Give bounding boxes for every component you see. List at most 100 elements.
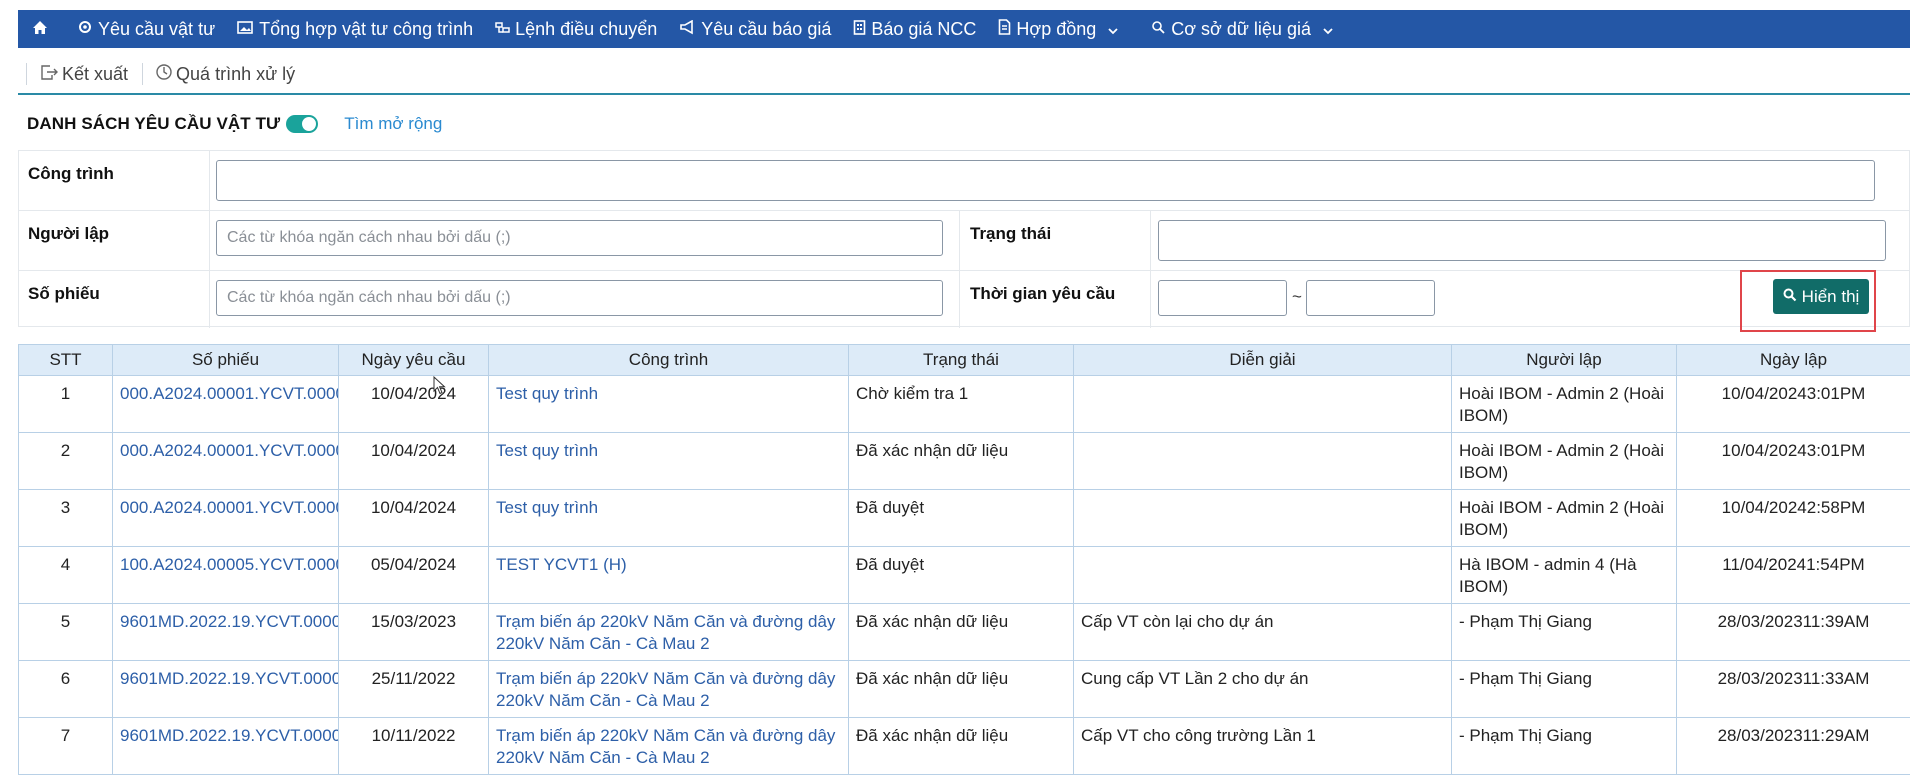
cell-cong-trinh-link[interactable]: Test quy trình [488,375,849,433]
trang-thai-input[interactable] [1158,220,1886,261]
transfer-icon [495,19,515,40]
column-header-trang-thai[interactable]: Trạng thái [848,344,1074,376]
export-button[interactable]: Kết xuất [33,63,134,86]
request-table: STT Số phiếu Ngày yêu cầu Công trình Trạ… [18,344,1910,775]
cell-cong-trinh-link[interactable]: Trạm biến áp 220kV Năm Căn và đường dây … [488,717,849,775]
cong-trinh-input[interactable] [216,160,1875,201]
nav-label: Lệnh điều chuyển [515,18,658,39]
cell-cong-trinh-link[interactable]: Trạm biến áp 220kV Năm Căn và đường dây … [488,660,849,718]
cell-ngay-yeu-cau: 10/11/2022 [338,717,489,775]
toolbar-divider [26,63,27,85]
table-row[interactable]: 1 000.A2024.00001.YCVT.00003 10/04/2024 … [18,375,1910,433]
nav-lenh-dieu-chuyen[interactable]: Lệnh điều chuyển [484,10,668,48]
nav-hop-dong[interactable]: Hợp đồng [987,10,1134,48]
to-date-input[interactable] [1306,280,1435,316]
date-range-separator: ~ [1292,287,1302,306]
list-header: DANH SÁCH YÊU CẦU VẬT TƯ Tìm mở rộng [27,110,442,138]
nguoi-lap-label: Người lập [28,224,110,243]
table-row[interactable]: 5 9601MD.2022.19.YCVT.00003 15/03/2023 T… [18,603,1910,661]
cell-cong-trinh-link[interactable]: Test quy trình [488,489,849,547]
cell-cong-trinh-link[interactable]: Trạm biến áp 220kV Năm Căn và đường dây … [488,603,849,661]
nav-label: Cơ sở dữ liệu giá [1171,18,1311,39]
cell-dien-giai [1073,432,1452,490]
column-header-ngay-lap[interactable]: Ngày lập [1676,344,1910,376]
cell-stt: 2 [18,432,113,490]
cell-so-phieu-link[interactable]: 9601MD.2022.19.YCVT.00001 [112,717,339,775]
cell-ngay-lap: 10/04/20243:01PM [1676,432,1910,490]
extended-search-link[interactable]: Tìm mở rộng [344,114,442,134]
cell-ngay-lap: 11/04/20241:54PM [1676,546,1910,604]
cell-dien-giai [1073,489,1452,547]
column-header-nguoi-lap[interactable]: Người lập [1451,344,1677,376]
cell-so-phieu-link[interactable]: 9601MD.2022.19.YCVT.00002 [112,660,339,718]
cell-divider [959,271,960,328]
cell-trang-thai: Đã xác nhận dữ liệu [848,603,1074,661]
filter-toggle[interactable] [286,115,319,133]
cell-so-phieu-link[interactable]: 000.A2024.00001.YCVT.00003 [112,375,339,433]
cell-stt: 5 [18,603,113,661]
cell-cong-trinh-link[interactable]: TEST YCVT1 (H) [488,546,849,604]
cell-stt: 1 [18,375,113,433]
column-header-so-phieu[interactable]: Số phiếu [112,344,339,376]
home-icon [32,19,53,40]
thoi-gian-yeu-cau-label: Thời gian yêu cầu [970,284,1116,303]
clock-icon [155,63,176,86]
cell-ngay-yeu-cau: 05/04/2024 [338,546,489,604]
cell-trang-thai: Đã xác nhận dữ liệu [848,717,1074,775]
nav-tong-hop-vat-tu[interactable]: Tổng hợp vật tư công trình [226,10,484,48]
column-header-dien-giai[interactable]: Diễn giải [1073,344,1452,376]
cell-so-phieu-link[interactable]: 000.A2024.00001.YCVT.00001 [112,489,339,547]
cell-trang-thai: Chờ kiểm tra 1 [848,375,1074,433]
nav-yeu-cau-vat-tu[interactable]: Yêu cầu vật tư [66,10,226,48]
page-title: DANH SÁCH YÊU CẦU VẬT TƯ [27,114,281,133]
cell-dien-giai: Cấp VT cho công trường Lần 1 [1073,717,1452,775]
cell-ngay-lap: 28/03/202311:39AM [1676,603,1910,661]
cell-nguoi-lap: Hoài IBOM - Admin 2 (Hoài IBOM) [1451,375,1677,433]
cell-ngay-lap: 28/03/202311:29AM [1676,717,1910,775]
so-phieu-input[interactable] [216,280,943,316]
cell-nguoi-lap: Hoài IBOM - Admin 2 (Hoài IBOM) [1451,489,1677,547]
so-phieu-label: Số phiếu [28,284,100,303]
cell-cong-trinh-link[interactable]: Test quy trình [488,432,849,490]
table-row[interactable]: 2 000.A2024.00001.YCVT.00002 10/04/2024 … [18,432,1910,490]
show-button[interactable]: Hiển thị [1773,279,1869,314]
cell-nguoi-lap: - Phạm Thị Giang [1451,660,1677,718]
column-header-stt[interactable]: STT [18,344,113,376]
toggle-knob [302,117,317,131]
document-icon [998,18,1016,40]
cell-ngay-lap: 28/03/202311:33AM [1676,660,1910,718]
table-row[interactable]: 6 9601MD.2022.19.YCVT.00002 25/11/2022 T… [18,660,1910,718]
chevron-down-icon [1323,19,1338,40]
cell-stt: 6 [18,660,113,718]
chevron-down-icon [1108,19,1123,40]
nav-co-so-du-lieu-gia[interactable]: Cơ sở dữ liệu giá [1140,10,1349,48]
export-label: Kết xuất [62,63,129,84]
toolbar-divider [142,63,144,85]
from-date-input[interactable] [1158,280,1287,316]
cell-so-phieu-link[interactable]: 000.A2024.00001.YCVT.00002 [112,432,339,490]
cell-so-phieu-link[interactable]: 9601MD.2022.19.YCVT.00003 [112,603,339,661]
cell-divider [1150,211,1151,270]
table-row[interactable]: 4 100.A2024.00005.YCVT.00003 05/04/2024 … [18,546,1910,604]
process-history-button[interactable]: Quá trình xử lý [149,63,301,86]
cell-stt: 4 [18,546,113,604]
column-header-ngay-yeu-cau[interactable]: Ngày yêu cầu [338,344,489,376]
cell-divider [959,211,960,270]
toolbar: Kết xuất Quá trình xử lý [18,55,1910,95]
cell-trang-thai: Đã xác nhận dữ liệu [848,432,1074,490]
cell-nguoi-lap: - Phạm Thị Giang [1451,717,1677,775]
nav-yeu-cau-bao-gia[interactable]: Yêu cầu báo giá [668,10,842,48]
cell-so-phieu-link[interactable]: 100.A2024.00005.YCVT.00003 [112,546,339,604]
nguoi-lap-input[interactable] [216,220,943,256]
table-row[interactable]: 7 9601MD.2022.19.YCVT.00001 10/11/2022 T… [18,717,1910,775]
nav-home[interactable] [18,10,66,48]
building-icon [853,19,871,40]
cell-ngay-yeu-cau: 10/04/2024 [338,432,489,490]
cell-stt: 7 [18,717,113,775]
cong-trinh-label: Công trình [28,164,114,183]
column-header-cong-trinh[interactable]: Công trình [488,344,849,376]
cell-nguoi-lap: Hoài IBOM - Admin 2 (Hoài IBOM) [1451,432,1677,490]
cell-ngay-yeu-cau: 10/04/2024 [338,375,489,433]
nav-bao-gia-ncc[interactable]: Báo giá NCC [842,10,987,48]
table-row[interactable]: 3 000.A2024.00001.YCVT.00001 10/04/2024 … [18,489,1910,547]
